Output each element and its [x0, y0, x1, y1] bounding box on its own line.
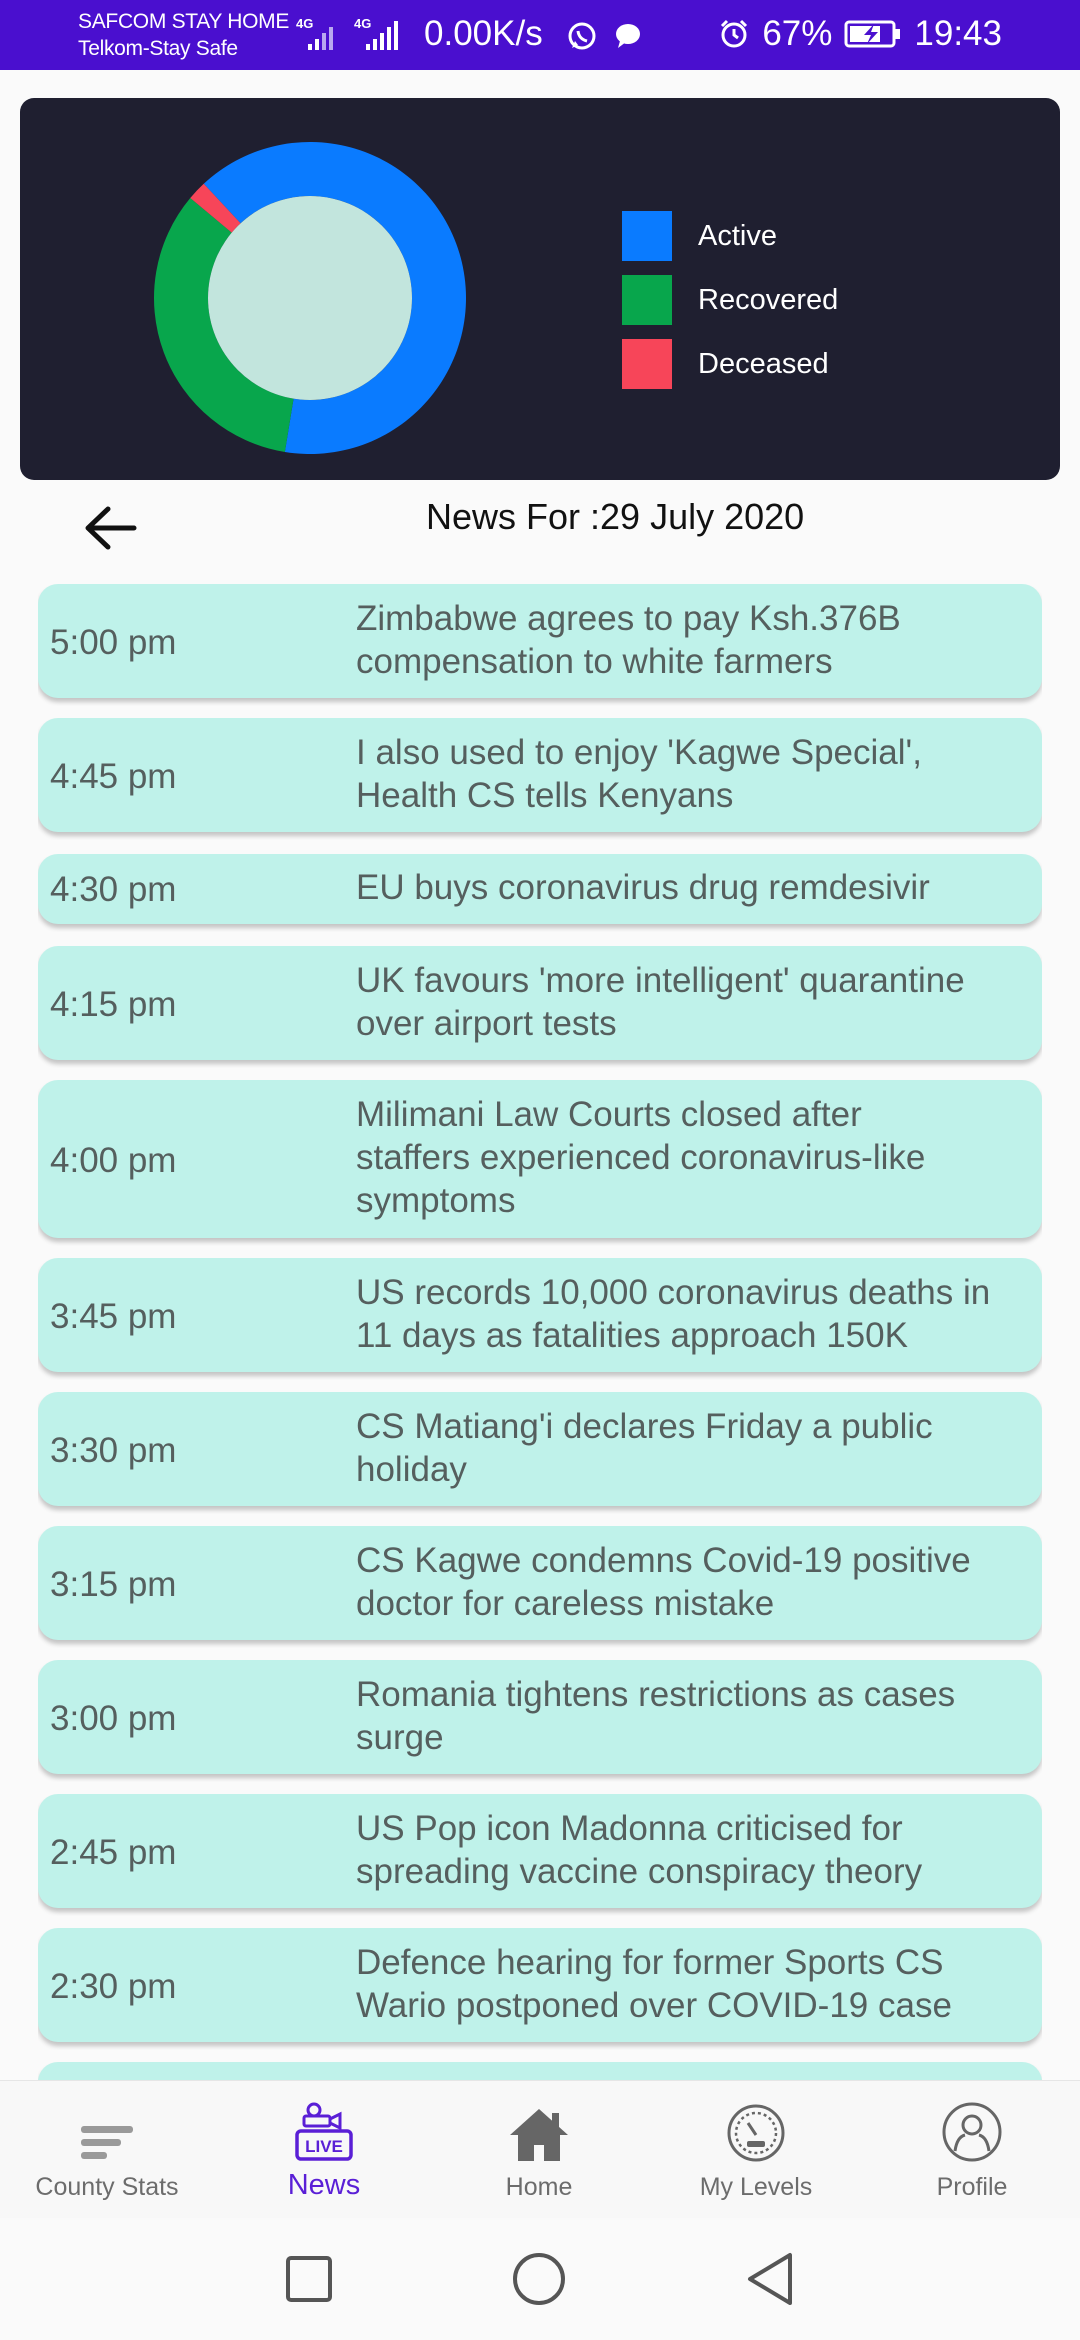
- legend-swatch-active: [622, 211, 672, 261]
- news-item[interactable]: 4:45 pm I also used to enjoy 'Kagwe Spec…: [38, 718, 1042, 832]
- news-item[interactable]: 3:45 pm US records 10,000 coronavirus de…: [38, 1258, 1042, 1372]
- status-bar: SAFCOM STAY HOME Telkom-Stay Safe 4G 4G …: [0, 0, 1080, 70]
- bottom-navigation: County Stats LIVE News Home My Levels Pr…: [0, 2080, 1080, 2218]
- cases-chart-card: Active Recovered Deceased: [20, 98, 1060, 480]
- news-time: 3:00 pm: [50, 1699, 177, 1738]
- donut-center: [208, 196, 412, 400]
- news-headline: EU buys coronavirus drug remdesivir: [356, 868, 930, 907]
- chart-legend: Active Recovered Deceased: [622, 204, 838, 396]
- legend-item-deceased: Deceased: [622, 332, 838, 396]
- legend-label-recovered: Recovered: [698, 283, 839, 316]
- news-headline: US Pop icon Madonna criticised for spread…: [356, 1809, 923, 1891]
- nav-home[interactable]: Home: [439, 2099, 639, 2211]
- carrier-1: SAFCOM STAY HOME: [78, 10, 290, 33]
- nav-label: News: [287, 2169, 361, 2201]
- message-icon: [616, 24, 640, 48]
- notification-icons: [566, 20, 644, 52]
- news-time: 3:15 pm: [50, 1565, 177, 1604]
- battery-percent: 67%: [762, 14, 833, 53]
- news-item[interactable]: 3:00 pm Romania tightens restrictions as…: [38, 1660, 1042, 1774]
- legend-item-active: Active: [622, 204, 838, 268]
- news-item[interactable]: 4:30 pm EU buys coronavirus drug remdesi…: [38, 854, 1042, 924]
- legend-swatch-deceased: [622, 339, 672, 389]
- live-badge: LIVE: [305, 2137, 343, 2156]
- back-system-button[interactable]: [734, 2244, 804, 2314]
- legend-item-recovered: Recovered: [622, 268, 838, 332]
- battery-charging-icon: [844, 20, 901, 48]
- nav-label: County Stats: [35, 2173, 179, 2201]
- clock: 19:43: [914, 14, 1002, 53]
- news-time: 4:15 pm: [50, 985, 177, 1024]
- news-headline: I also used to enjoy 'Kagwe Special', Hea…: [356, 733, 922, 815]
- gauge-icon: [727, 2104, 785, 2162]
- news-time: 4:00 pm: [50, 1141, 177, 1180]
- news-headline: CS Kagwe condemns Covid-19 positive docto…: [356, 1541, 971, 1623]
- nav-label: Home: [505, 2173, 573, 2201]
- legend-label-active: Active: [698, 219, 777, 252]
- signal-indicators: 4G 4G: [296, 14, 408, 54]
- news-time: 3:30 pm: [50, 1431, 177, 1470]
- news-item[interactable]: 3:15 pm CS Kagwe condemns Covid-19 posit…: [38, 1526, 1042, 1640]
- status-right: 67% 19:43: [718, 14, 1002, 54]
- circle-icon: [513, 2253, 565, 2305]
- news-list[interactable]: 5:00 pm Zimbabwe agrees to pay Ksh.376B c…: [38, 584, 1042, 2080]
- news-time: 3:45 pm: [50, 1297, 177, 1336]
- cases-donut-chart: [154, 142, 466, 455]
- news-item[interactable]: 3:30 pm CS Matiang'i declares Friday a p…: [38, 1392, 1042, 1506]
- nav-label: Profile: [936, 2173, 1008, 2201]
- nav-label: My Levels: [699, 2173, 813, 2201]
- news-item[interactable]: 2:30 pm Defence hearing for former Sport…: [38, 1928, 1042, 2042]
- news-time: 5:00 pm: [50, 623, 177, 662]
- news-date-title: News For :29 July 2020: [426, 496, 805, 537]
- nav-news[interactable]: LIVE News: [224, 2099, 424, 2211]
- news-headline: Milimani Law Courts closed after staffers…: [356, 1095, 926, 1220]
- alarm-icon: [721, 19, 748, 48]
- nav-profile[interactable]: Profile: [872, 2099, 1072, 2211]
- signal-2-icon: 4G: [354, 16, 398, 50]
- profile-icon: [942, 2102, 1002, 2162]
- news-item[interactable]: 5:00 pm Zimbabwe agrees to pay Ksh.376B c…: [38, 584, 1042, 698]
- live-tv-icon: LIVE: [295, 2102, 353, 2161]
- bars-icon: [81, 2126, 133, 2159]
- network-type-1: 4G: [296, 16, 313, 31]
- news-headline: CS Matiang'i declares Friday a public hol…: [356, 1407, 933, 1489]
- network-type-2: 4G: [354, 16, 371, 31]
- news-item[interactable]: 4:15 pm UK favours 'more intelligent' qu…: [38, 946, 1042, 1060]
- network-speed: 0.00K/s: [424, 14, 543, 53]
- news-time: 4:30 pm: [50, 870, 177, 909]
- legend-swatch-recovered: [622, 275, 672, 325]
- back-button[interactable]: [80, 500, 140, 556]
- news-item[interactable]: 2:45 pm US Pop icon Madonna criticised f…: [38, 1794, 1042, 1908]
- news-headline: Defence hearing for former Sports CS Wari…: [356, 1943, 952, 2025]
- nav-my-levels[interactable]: My Levels: [656, 2099, 856, 2211]
- recents-button[interactable]: [274, 2244, 344, 2314]
- whatsapp-icon: [568, 22, 596, 50]
- news-time: 2:30 pm: [50, 1967, 177, 2006]
- home-system-button[interactable]: [504, 2244, 574, 2314]
- signal-1-icon: 4G: [296, 16, 333, 50]
- news-time: 2:45 pm: [50, 1833, 177, 1872]
- square-icon: [286, 2256, 332, 2302]
- news-headline: UK favours 'more intelligent' quarantine…: [356, 961, 965, 1043]
- triangle-back-icon: [748, 2253, 792, 2305]
- arrow-back-icon: [85, 506, 137, 550]
- news-item[interactable]: [38, 2062, 1042, 2080]
- carrier-2: Telkom-Stay Safe: [78, 37, 238, 61]
- system-navigation: [0, 2218, 1080, 2340]
- nav-county-stats[interactable]: County Stats: [7, 2099, 207, 2211]
- news-headline: Romania tightens restrictions as cases su…: [356, 1675, 956, 1757]
- home-icon: [510, 2109, 568, 2161]
- news-time: 4:45 pm: [50, 757, 177, 796]
- news-headline: US records 10,000 coronavirus deaths in 1…: [356, 1273, 991, 1355]
- news-item[interactable]: 4:00 pm Milimani Law Courts closed after…: [38, 1080, 1042, 1238]
- carrier-info: SAFCOM STAY HOME Telkom-Stay Safe: [78, 8, 289, 63]
- legend-label-deceased: Deceased: [698, 347, 829, 380]
- news-headline: Zimbabwe agrees to pay Ksh.376B compensat…: [356, 599, 901, 681]
